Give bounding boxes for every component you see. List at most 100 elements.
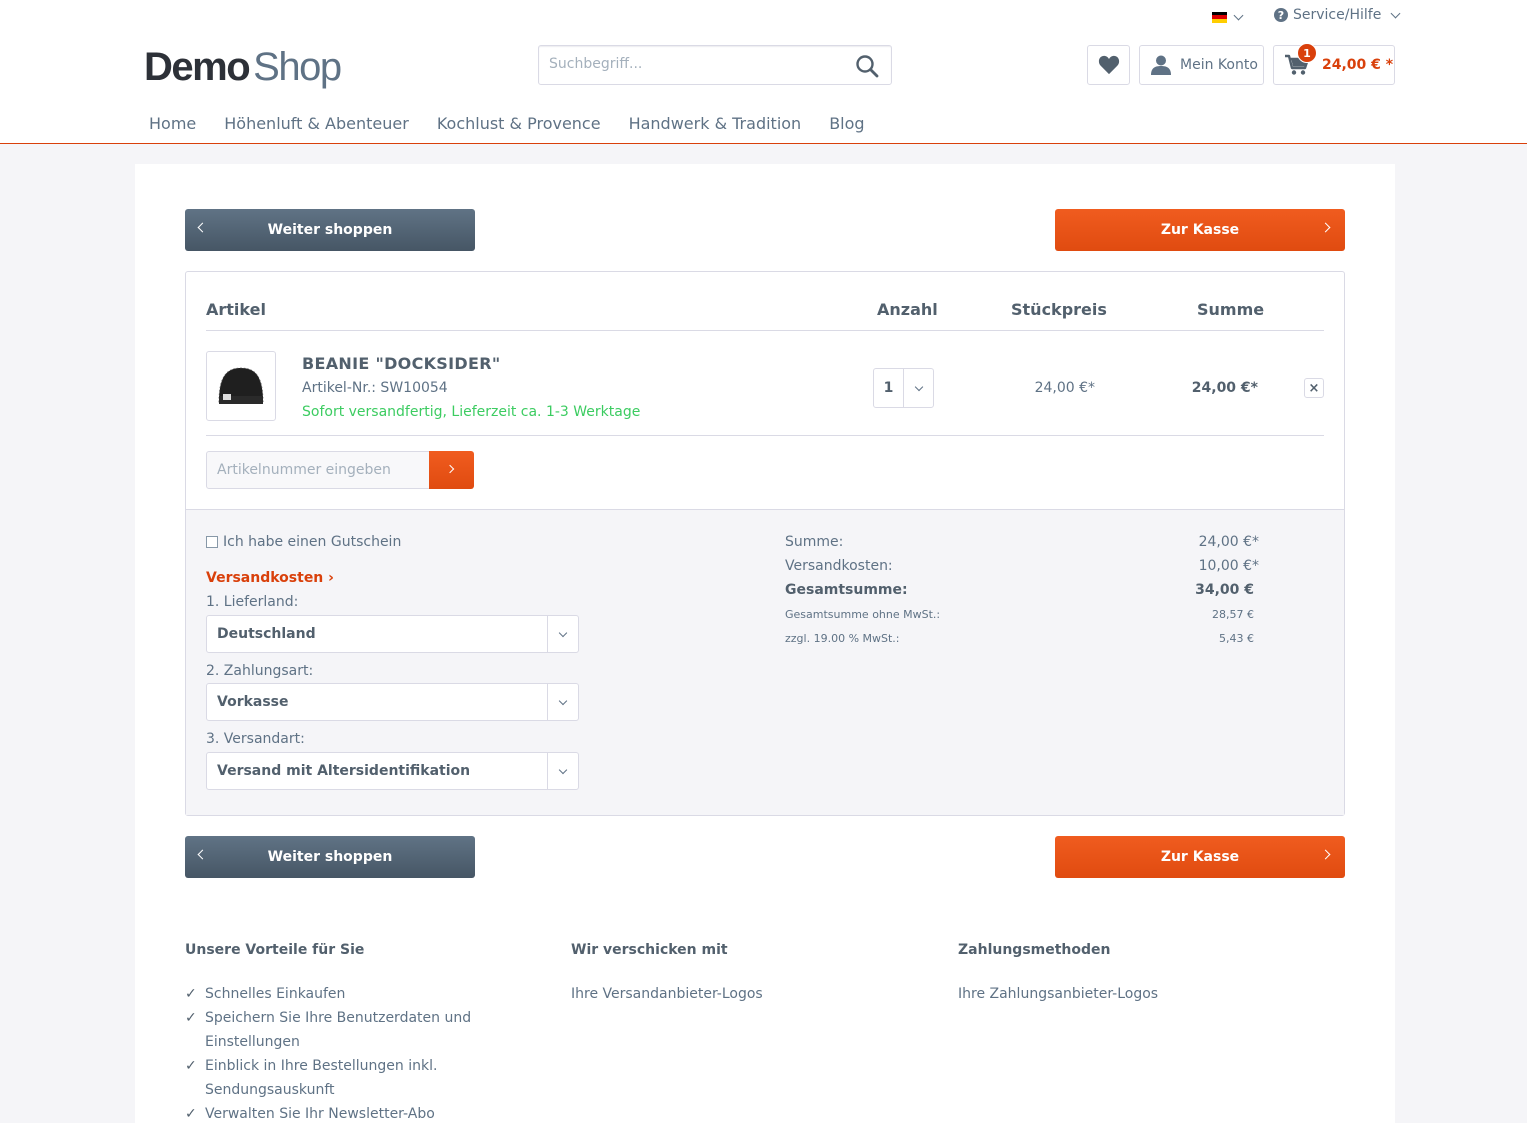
search-icon[interactable] <box>855 54 881 78</box>
footer-heading: Wir verschicken mit <box>571 942 728 958</box>
country-select[interactable]: Deutschland <box>206 615 579 653</box>
checkout-label: Zur Kasse <box>1160 849 1240 865</box>
summary-value: 34,00 € <box>1195 582 1254 598</box>
delivery-status: Sofort versandfertig, Lieferzeit ca. 1-3… <box>302 404 641 420</box>
payment-select[interactable]: Vorkasse <box>206 683 579 721</box>
voucher-toggle[interactable]: Ich habe einen Gutschein <box>206 534 401 550</box>
list-item: ✓ Speichern Sie Ihre Benutzerdaten und Ei… <box>185 1006 485 1054</box>
payment-value: Vorkasse <box>217 694 289 710</box>
shop-logo[interactable]: Demo Shop <box>144 44 342 90</box>
summary-row-vat: zzgl. 19.00 % MwSt.: 5,43 € <box>785 632 1254 645</box>
summary-value: 10,00 €* <box>1198 558 1259 574</box>
unit-price: 24,00 €* <box>1034 380 1095 396</box>
chevron-right-icon <box>445 464 455 474</box>
product-sku: Artikel-Nr.: SW10054 <box>302 380 448 396</box>
article-number-input[interactable] <box>217 462 417 478</box>
checkout-button-top[interactable]: Zur Kasse <box>1055 209 1345 251</box>
check-icon: ✓ <box>185 986 197 1002</box>
add-article-button[interactable] <box>429 451 474 489</box>
nav-item-handwerk[interactable]: Handwerk & Tradition <box>629 114 802 133</box>
cart-content: Weiter shoppen Zur Kasse Artikel Anzahl … <box>135 164 1395 1123</box>
help-icon: ? <box>1274 8 1288 22</box>
summary-row-shipping: Versandkosten: 10,00 €* <box>785 558 1259 574</box>
summary-row-grand-total: Gesamtsumme: 34,00 € <box>785 582 1254 598</box>
cart-total: 24,00 € * <box>1322 57 1394 73</box>
chevron-down-icon <box>558 628 568 637</box>
logo-light: Shop <box>253 45 342 89</box>
continue-shopping-button-top[interactable]: Weiter shoppen <box>185 209 475 251</box>
user-icon <box>1151 55 1171 75</box>
quantity-value: 1 <box>874 369 904 407</box>
wishlist-button[interactable] <box>1087 45 1130 85</box>
footer-heading: Unsere Vorteile für Sie <box>185 942 365 958</box>
line-total: 24,00 €* <box>1191 380 1258 396</box>
benefit-text: Schnelles Einkaufen <box>205 986 346 1002</box>
cart-aggregation: Ich habe einen Gutschein Versandkosten ›… <box>186 509 1344 815</box>
add-article-field <box>206 451 430 489</box>
cart-count-badge: 1 <box>1297 43 1317 63</box>
voucher-checkbox[interactable] <box>206 536 218 548</box>
product-image[interactable] <box>206 351 276 421</box>
nav-item-hoehenluft[interactable]: Höhenluft & Abenteuer <box>224 114 409 133</box>
nav-item-home[interactable]: Home <box>149 114 196 133</box>
country-value: Deutschland <box>217 626 316 642</box>
summary-label: Versandkosten: <box>785 558 893 574</box>
footer-heading: Zahlungsmethoden <box>958 942 1111 958</box>
continue-shopping-label: Weiter shoppen <box>267 222 393 238</box>
column-header-total: Summe <box>1197 300 1265 319</box>
cart-button[interactable]: 1 24,00 € * <box>1273 43 1395 85</box>
chevron-down-icon <box>558 765 568 774</box>
search-input[interactable] <box>549 56 839 72</box>
logo-bold: Demo <box>144 45 251 89</box>
summary-label: zzgl. 19.00 % MwSt.: <box>785 632 900 645</box>
search-box <box>538 45 892 85</box>
country-label: 1. Lieferland: <box>206 594 299 610</box>
remove-item-button[interactable]: × <box>1304 378 1324 398</box>
nav-item-kochlust[interactable]: Kochlust & Provence <box>437 114 601 133</box>
column-header-unit-price: Stückpreis <box>1011 300 1107 319</box>
list-item: ✓ Verwalten Sie Ihr Newsletter-Abo <box>185 1102 485 1123</box>
quantity-select[interactable]: 1 <box>873 368 934 408</box>
summary-value: 28,57 € <box>1212 608 1254 621</box>
check-icon: ✓ <box>185 1058 197 1074</box>
payment-label: 2. Zahlungsart: <box>206 663 314 679</box>
account-label: Mein Konto <box>1180 57 1258 73</box>
divider <box>206 330 1324 331</box>
checkout-button-bottom[interactable]: Zur Kasse <box>1055 836 1345 878</box>
chevron-left-icon <box>197 849 208 860</box>
check-icon: ✓ <box>185 1010 197 1026</box>
product-name[interactable]: BEANIE "DOCKSIDER" <box>302 354 500 373</box>
shipping-logos-text: Ihre Versandanbieter-Logos <box>571 986 763 1002</box>
dispatch-select[interactable]: Versand mit Altersidentifikation <box>206 752 579 790</box>
language-switcher[interactable] <box>1212 9 1244 25</box>
service-label: Service/Hilfe <box>1293 7 1382 23</box>
continue-shopping-button-bottom[interactable]: Weiter shoppen <box>185 836 475 878</box>
benefit-text: Verwalten Sie Ihr Newsletter-Abo <box>205 1106 435 1122</box>
chevron-left-icon <box>197 222 208 233</box>
footer-shipping: Wir verschicken mit Ihre Versandanbieter… <box>571 942 871 1006</box>
nav-item-blog[interactable]: Blog <box>829 114 864 133</box>
payment-logos-text: Ihre Zahlungsanbieter-Logos <box>958 986 1159 1002</box>
summary-row-subtotal: Summe: 24,00 €* <box>785 534 1259 550</box>
dispatch-value: Versand mit Altersidentifikation <box>217 763 471 779</box>
german-flag-icon <box>1212 11 1227 23</box>
account-button[interactable]: Mein Konto <box>1139 45 1264 85</box>
summary-label: Summe: <box>785 534 844 550</box>
list-item: ✓ Einblick in Ihre Bestellungen inkl. Sen… <box>185 1054 485 1102</box>
summary-label: Gesamtsumme: <box>785 582 908 598</box>
cart-table: Artikel Anzahl Stückpreis Summe BEANIE "… <box>185 271 1345 816</box>
summary-value: 5,43 € <box>1219 632 1254 645</box>
chevron-down-icon <box>914 382 923 391</box>
list-item: ✓ Schnelles Einkaufen <box>185 982 485 1006</box>
column-header-article: Artikel <box>206 300 266 319</box>
main-navigation: Home Höhenluft & Abenteuer Kochlust & Pr… <box>149 114 893 133</box>
shipping-costs-link[interactable]: Versandkosten › <box>206 570 334 586</box>
divider <box>206 435 1324 436</box>
chevron-down-icon <box>1233 10 1244 20</box>
chevron-down-icon <box>1390 8 1401 18</box>
service-menu[interactable]: ? Service/Hilfe <box>1274 7 1401 23</box>
benefit-text: Speichern Sie Ihre Benutzerdaten und Ein… <box>205 1010 472 1050</box>
summary-label: Gesamtsumme ohne MwSt.: <box>785 608 941 621</box>
summary-value: 24,00 €* <box>1198 534 1259 550</box>
footer-benefits: Unsere Vorteile für Sie ✓ Schnelles Einka… <box>185 942 485 1123</box>
